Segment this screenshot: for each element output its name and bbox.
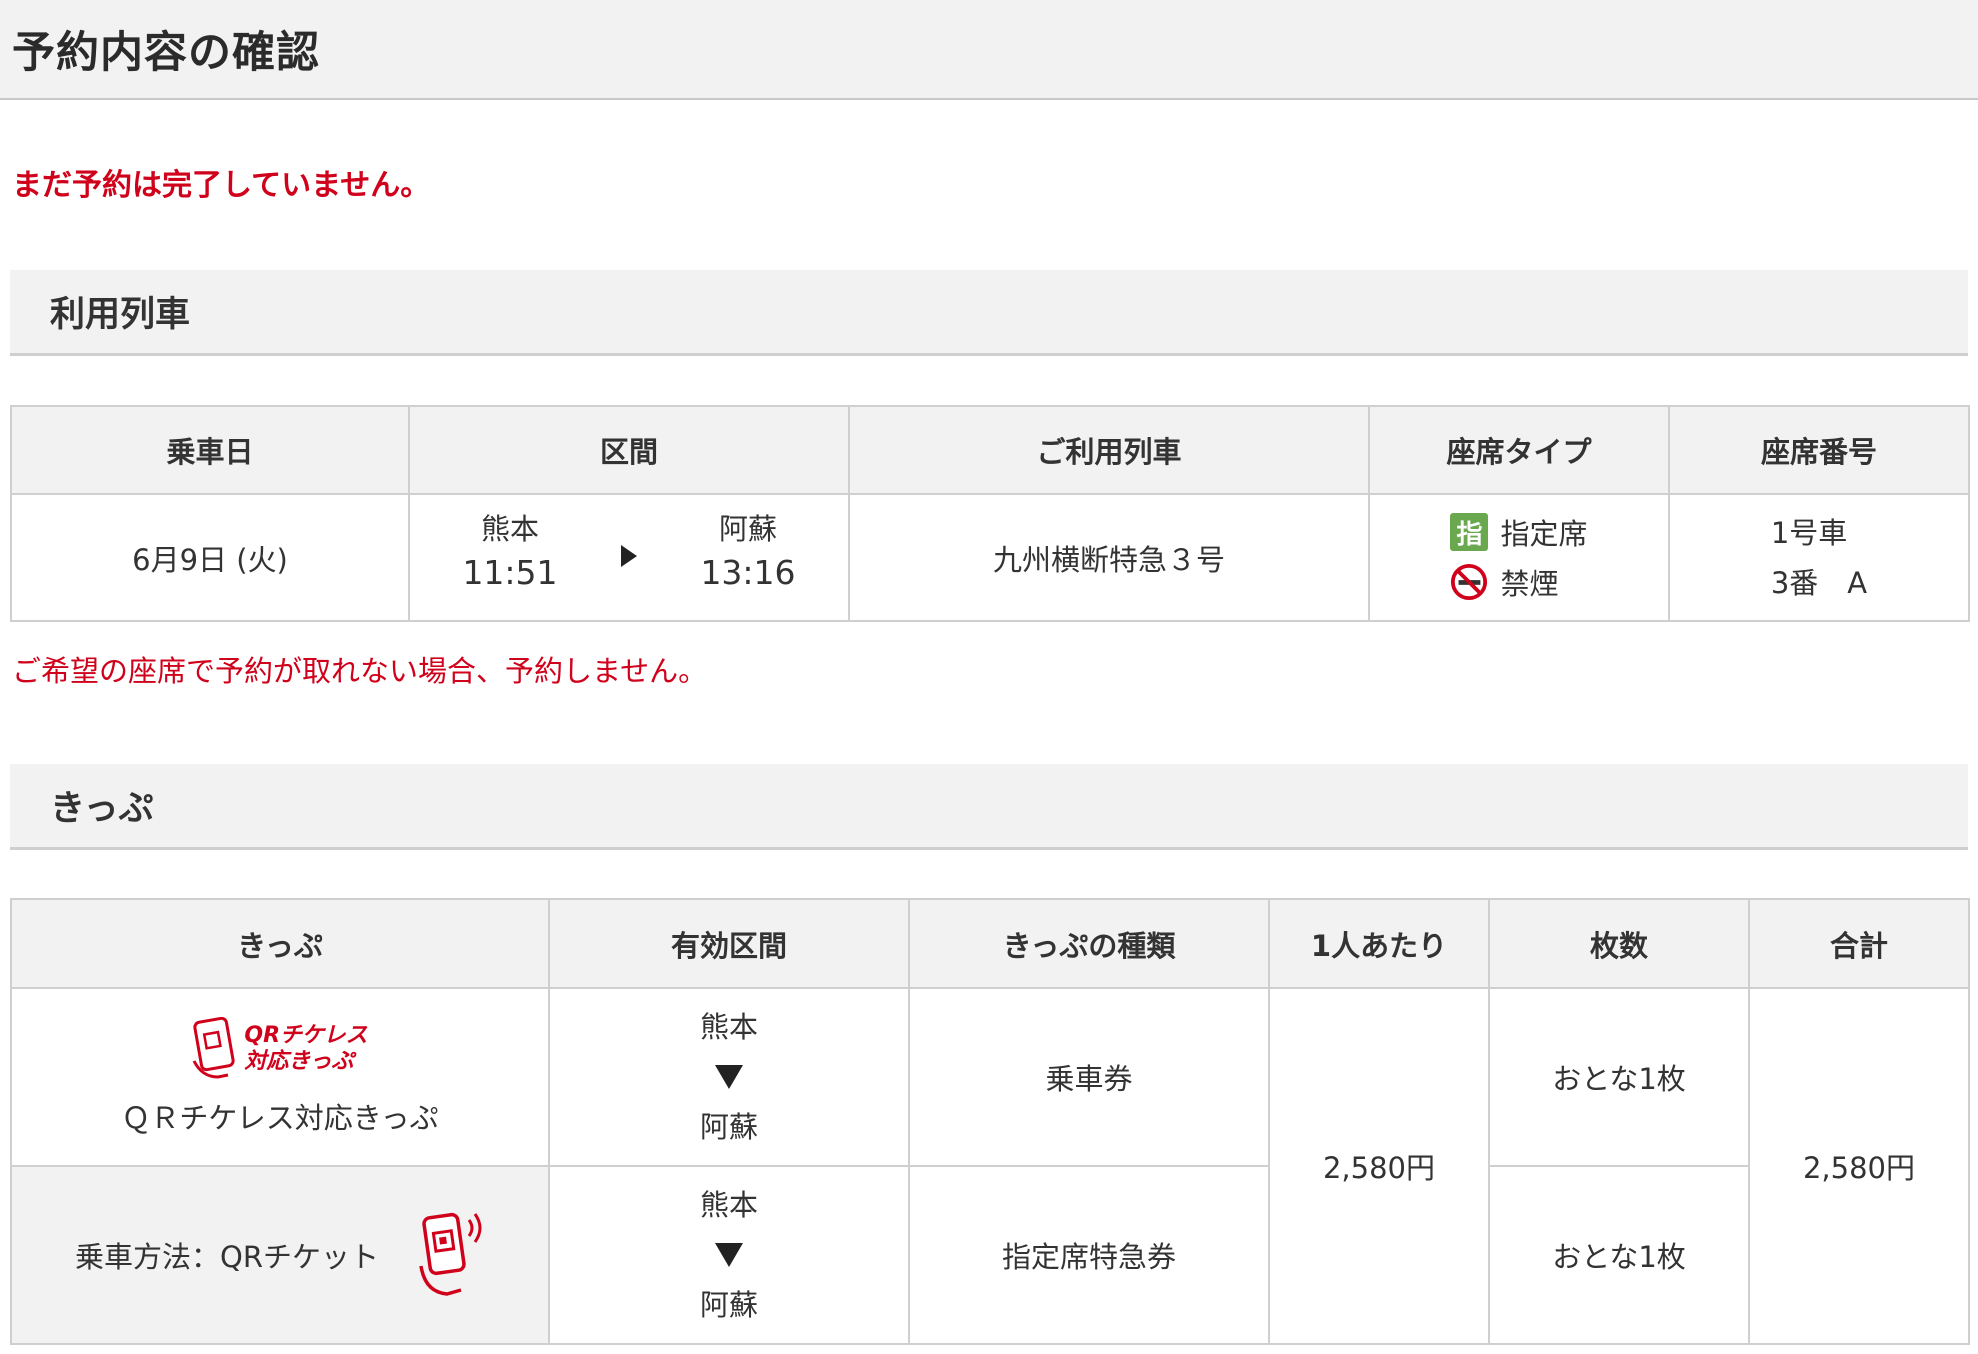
play-arrow-icon <box>621 545 637 567</box>
ride-method-cell: 乗車方法：QRチケット <box>10 1165 550 1345</box>
col-ticket-type: きっぷの種類 <box>908 898 1270 989</box>
col-total: 合計 <box>1748 898 1970 989</box>
no-smoking-icon <box>1451 563 1488 601</box>
seat-type-reserved-label: 指定席 <box>1500 517 1588 551</box>
col-train: ご利用列車 <box>848 405 1370 495</box>
page-title: 予約内容の確認 <box>12 28 320 78</box>
departure-time: 11:51 <box>462 553 558 592</box>
boarding-date: 6月9日 (火) <box>10 493 410 622</box>
train-section-title: 利用列車 <box>50 295 191 335</box>
section-cell: 熊本 11:51 阿蘇 13:16 <box>408 493 850 622</box>
ticket-row-1: QRチケレス 対応きっぷ ＱＲチケレス対応きっぷ 熊本 阿蘇 乗車券 2,580… <box>10 987 1970 1345</box>
down-arrow-icon <box>715 1065 743 1089</box>
ticket-table-header-row: きっぷ 有効区間 きっぷの種類 1人あたり 枚数 合計 <box>10 898 1970 989</box>
ticket-row-2: 乗車方法：QRチケット 熊本 阿蘇 指定席特急券 おとな1枚 <box>10 1165 1969 1345</box>
col-quantity: 枚数 <box>1488 898 1750 989</box>
col-seat-type: 座席タイプ <box>1368 405 1670 495</box>
reservation-incomplete-warning: まだ予約は完了していません。 <box>12 168 431 203</box>
arrival-time: 13:16 <box>700 553 796 592</box>
train-table: 乗車日 区間 ご利用列車 座席タイプ 座席番号 6月9日 (火) 熊本 11:5… <box>10 405 1970 622</box>
col-valid-section: 有効区間 <box>548 898 910 989</box>
seat-unavailable-note: ご希望の座席で予約が取れない場合、予約しません。 <box>12 654 708 688</box>
reserved-seat-icon: 指 <box>1450 513 1489 551</box>
ticket-table: きっぷ 有効区間 きっぷの種類 1人あたり 枚数 合計 QRチケレス 対応きっぷ <box>10 898 1970 1345</box>
train-table-row: 6月9日 (火) 熊本 11:51 阿蘇 13:16 九州横断特急３号 指 指定… <box>10 493 1970 622</box>
col-boarding-date: 乗車日 <box>10 405 410 495</box>
departure-station: 熊本 11:51 <box>450 509 570 597</box>
total-price: 2,580円 <box>1748 987 1970 1345</box>
train-section-header: 利用列車 <box>10 270 1968 356</box>
ticket-section-title: きっぷ <box>50 789 154 829</box>
departure-station-name: 熊本 <box>480 512 539 546</box>
valid-from-2: 熊本 <box>699 1188 758 1222</box>
quantity-2: おとな1枚 <box>1488 1165 1750 1345</box>
quantity-1: おとな1枚 <box>1488 987 1750 1167</box>
ticket-type-1: 乗車券 <box>908 987 1270 1167</box>
ride-method-label: 乗車方法：QRチケット <box>75 1240 379 1274</box>
qr-phone-icon <box>419 1212 482 1296</box>
seat-type-smoking-label: 禁煙 <box>1500 567 1559 601</box>
col-seat-number: 座席番号 <box>1668 405 1970 495</box>
ticket-section-header: きっぷ <box>10 764 1968 850</box>
down-arrow-icon <box>715 1243 743 1267</box>
seat-type-reserved: 指 指定席 <box>1450 507 1588 557</box>
valid-to-1: 阿蘇 <box>699 1110 758 1144</box>
seat-type-cell: 指 指定席 禁煙 <box>1368 493 1670 622</box>
col-section: 区間 <box>408 405 850 495</box>
seat-type-smoking: 禁煙 <box>1450 557 1587 607</box>
valid-from-1: 熊本 <box>699 1010 758 1044</box>
qr-logo-line1: QRチケレス <box>244 1023 368 1048</box>
per-person-price: 2,580円 <box>1268 987 1490 1345</box>
train-name: 九州横断特急３号 <box>848 493 1370 622</box>
qr-ticketless-logo: QRチケレス 対応きっぷ <box>192 1017 368 1081</box>
qr-ticketless-logo-icon <box>193 1017 236 1079</box>
seat-number: 3番 A <box>1770 565 1868 600</box>
seat-number-cell: 1号車 3番 A <box>1668 493 1970 622</box>
ticket-name: ＱＲチケレス対応きっぷ <box>121 1101 439 1135</box>
ticket-name-cell: QRチケレス 対応きっぷ ＱＲチケレス対応きっぷ <box>10 987 550 1167</box>
col-ticket: きっぷ <box>10 898 550 989</box>
valid-section-cell-2: 熊本 阿蘇 <box>548 1165 910 1345</box>
valid-to-2: 阿蘇 <box>699 1288 758 1322</box>
arrival-station: 阿蘇 13:16 <box>688 509 808 597</box>
page-header: 予約内容の確認 <box>0 0 1978 100</box>
train-table-header-row: 乗車日 区間 ご利用列車 座席タイプ 座席番号 <box>10 405 1970 495</box>
arrival-station-name: 阿蘇 <box>718 512 777 546</box>
valid-section-cell-1: 熊本 阿蘇 <box>548 987 910 1167</box>
ticket-type-2: 指定席特急券 <box>908 1165 1270 1345</box>
car-number: 1号車 <box>1770 515 1848 550</box>
col-per-person: 1人あたり <box>1268 898 1490 989</box>
qr-logo-line2: 対応きっぷ <box>244 1049 354 1074</box>
